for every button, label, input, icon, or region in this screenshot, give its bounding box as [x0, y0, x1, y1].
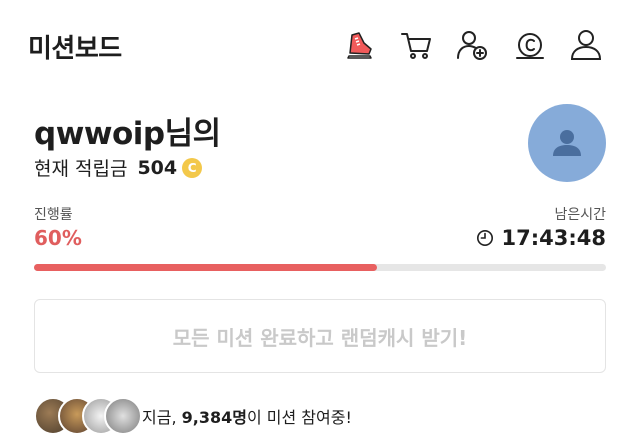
page-title: 미션보드 [28, 34, 122, 64]
clock-icon [476, 229, 493, 247]
coin-badge-icon: C [182, 157, 203, 178]
cart-icon[interactable] [396, 25, 436, 65]
participants-count: 9,384명 [181, 408, 247, 427]
progress-value: 60% [34, 226, 82, 250]
participants-prefix: 지금, [142, 408, 182, 427]
points-label: 현재 적립금 [34, 158, 128, 180]
reward-button[interactable]: 모든 미션 완료하고 랜덤캐시 받기! [34, 299, 606, 373]
participants-suffix: 이 미션 참여중! [246, 408, 352, 427]
remaining-time-label: 남은시간 [554, 207, 606, 223]
user-silhouette-icon [553, 130, 581, 156]
avatar[interactable] [528, 104, 606, 182]
participants-row: 지금, 9,384명이 미션 참여중! [34, 396, 352, 436]
participant-avatars [34, 397, 142, 435]
remaining-time: 17:43:48 [476, 226, 606, 250]
profile-icon[interactable] [566, 25, 606, 65]
remaining-time-value: 17:43:48 [501, 226, 606, 250]
participants-text: 지금, 9,384명이 미션 참여중! [142, 404, 352, 428]
progress-label: 진행률 [34, 207, 73, 223]
progress-bar-fill [34, 264, 378, 271]
points-value: 504 [137, 156, 178, 179]
progress-bar [34, 264, 606, 271]
user-name: qwwoip님의 [34, 116, 221, 152]
participant-avatar [104, 397, 142, 435]
coin-icon[interactable] [510, 25, 550, 65]
add-user-icon[interactable] [452, 25, 492, 65]
sneaker-icon[interactable] [340, 25, 380, 65]
points-row: 현재 적립금 504 C [34, 154, 203, 181]
header: 미션보드 [0, 0, 640, 92]
